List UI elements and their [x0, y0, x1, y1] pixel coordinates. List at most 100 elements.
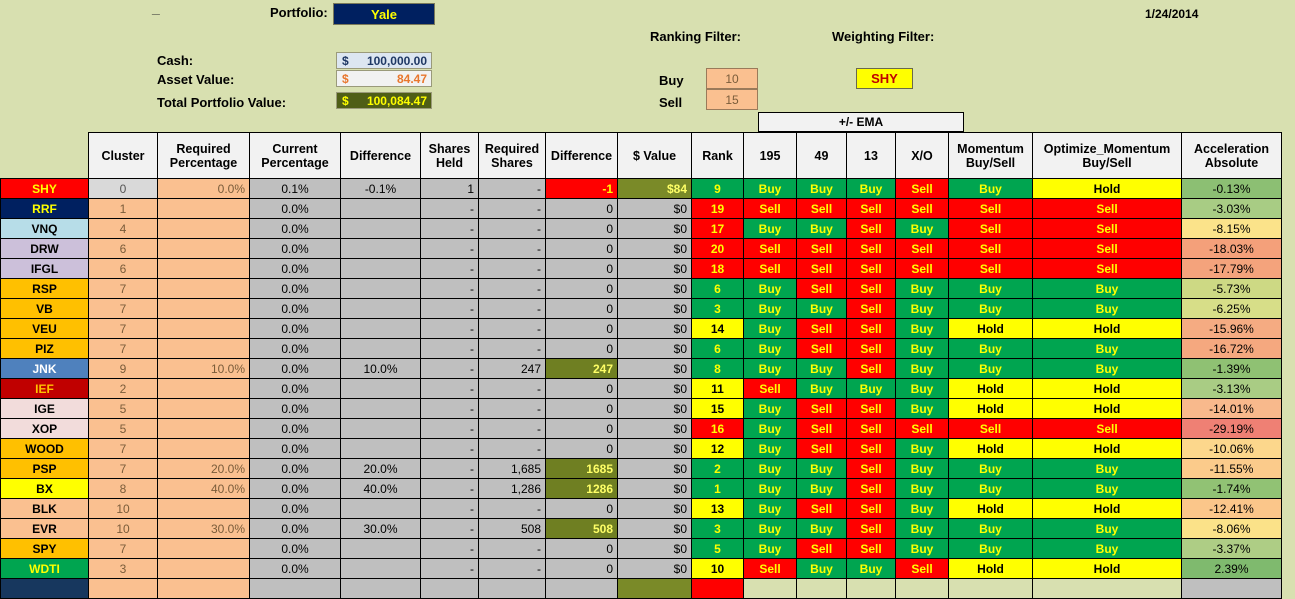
cluster-cell[interactable]: [88, 578, 158, 599]
acceleration-cell[interactable]: -10.06%: [1181, 438, 1282, 459]
required-shares-cell[interactable]: -: [478, 258, 546, 279]
ema-49-cell[interactable]: Sell: [796, 198, 847, 219]
xo-cell[interactable]: Buy: [895, 458, 949, 479]
shares-held-cell[interactable]: 1: [420, 178, 479, 199]
cluster-cell[interactable]: 5: [88, 398, 158, 419]
difference-shares-cell[interactable]: 0: [545, 198, 618, 219]
sell-filter-input[interactable]: 15: [706, 89, 758, 110]
table-row[interactable]: PIZ 7 0.0% - -0 $0 6 Buy Sell Sell Buy Buy Buy -16.72…: [0, 338, 1282, 359]
momentum-cell[interactable]: Hold: [948, 498, 1033, 519]
xo-cell[interactable]: Sell: [895, 238, 949, 259]
col-difference-shares[interactable]: Difference: [545, 132, 618, 179]
current-percentage-cell[interactable]: 0.0%: [249, 358, 341, 379]
difference-percentage-cell[interactable]: [340, 338, 421, 359]
ema-13-cell[interactable]: Buy: [846, 178, 896, 199]
cluster-cell[interactable]: 7: [88, 458, 158, 479]
ema-49-cell[interactable]: Buy: [796, 458, 847, 479]
col-ema-13[interactable]: 13: [846, 132, 896, 179]
shares-held-cell[interactable]: -: [420, 498, 479, 519]
ticker-cell[interactable]: SHY: [0, 178, 89, 199]
dollar-value-cell[interactable]: $0: [617, 498, 692, 519]
ema-13-cell[interactable]: Sell: [846, 458, 896, 479]
ema-13-cell[interactable]: Sell: [846, 218, 896, 239]
ema-49-cell[interactable]: Buy: [796, 558, 847, 579]
cluster-cell[interactable]: 0: [88, 178, 158, 199]
difference-percentage-cell[interactable]: [340, 498, 421, 519]
rank-cell[interactable]: 14: [691, 318, 744, 339]
difference-percentage-cell[interactable]: -0.1%: [340, 178, 421, 199]
required-shares-cell[interactable]: -: [478, 338, 546, 359]
cluster-cell[interactable]: 1: [88, 198, 158, 219]
ema-195-cell[interactable]: Buy: [743, 178, 797, 199]
optimize-momentum-cell[interactable]: Hold: [1032, 498, 1182, 519]
acceleration-cell[interactable]: -3.03%: [1181, 198, 1282, 219]
required-percentage-cell[interactable]: [157, 538, 250, 559]
ticker-cell[interactable]: IEF: [0, 378, 89, 399]
ticker-cell[interactable]: PSP: [0, 458, 89, 479]
dollar-value-cell[interactable]: $0: [617, 338, 692, 359]
current-percentage-cell[interactable]: 0.0%: [249, 538, 341, 559]
ema-13-cell[interactable]: Sell: [846, 338, 896, 359]
difference-percentage-cell[interactable]: 20.0%: [340, 458, 421, 479]
required-shares-cell[interactable]: 1,685: [478, 458, 546, 479]
difference-percentage-cell[interactable]: 30.0%: [340, 518, 421, 539]
difference-shares-cell[interactable]: 0: [545, 278, 618, 299]
xo-cell[interactable]: Buy: [895, 538, 949, 559]
shares-held-cell[interactable]: -: [420, 418, 479, 439]
shares-held-cell[interactable]: -: [420, 358, 479, 379]
ema-13-cell[interactable]: Sell: [846, 498, 896, 519]
rank-cell[interactable]: 18: [691, 258, 744, 279]
optimize-momentum-cell[interactable]: Sell: [1032, 198, 1182, 219]
ema-49-cell[interactable]: [796, 578, 847, 599]
rank-cell[interactable]: 16: [691, 418, 744, 439]
difference-percentage-cell[interactable]: [340, 298, 421, 319]
rank-cell[interactable]: 13: [691, 498, 744, 519]
dollar-value-cell[interactable]: $0: [617, 518, 692, 539]
ema-49-cell[interactable]: Sell: [796, 398, 847, 419]
dollar-value-cell[interactable]: $0: [617, 298, 692, 319]
ema-49-cell[interactable]: Buy: [796, 218, 847, 239]
table-row[interactable]: VB 7 0.0% - -0 $0 3 Buy Buy Sell Buy Buy Buy -6.25%: [0, 298, 1282, 319]
ema-195-cell[interactable]: Buy: [743, 518, 797, 539]
xo-cell[interactable]: Sell: [895, 198, 949, 219]
momentum-cell[interactable]: Buy: [948, 478, 1033, 499]
dollar-value-cell[interactable]: $0: [617, 218, 692, 239]
ema-195-cell[interactable]: Buy: [743, 278, 797, 299]
table-row[interactable]: IEF 2 0.0% - -0 $0 11 Sell Buy Buy Buy Hold Hold -3.1…: [0, 378, 1282, 399]
ticker-cell[interactable]: RRF: [0, 198, 89, 219]
shares-held-cell[interactable]: -: [420, 438, 479, 459]
required-shares-cell[interactable]: -: [478, 538, 546, 559]
acceleration-cell[interactable]: -12.41%: [1181, 498, 1282, 519]
required-percentage-cell[interactable]: [157, 338, 250, 359]
acceleration-cell[interactable]: -3.13%: [1181, 378, 1282, 399]
xo-cell[interactable]: [895, 578, 949, 599]
momentum-cell[interactable]: Hold: [948, 318, 1033, 339]
dollar-value-cell[interactable]: $0: [617, 418, 692, 439]
rank-cell[interactable]: [691, 578, 744, 599]
shares-held-cell[interactable]: -: [420, 398, 479, 419]
optimize-momentum-cell[interactable]: Hold: [1032, 398, 1182, 419]
acceleration-cell[interactable]: -0.13%: [1181, 178, 1282, 199]
momentum-cell[interactable]: Hold: [948, 398, 1033, 419]
difference-percentage-cell[interactable]: [340, 198, 421, 219]
cluster-cell[interactable]: 6: [88, 238, 158, 259]
rank-cell[interactable]: 17: [691, 218, 744, 239]
required-percentage-cell[interactable]: [157, 378, 250, 399]
cluster-cell[interactable]: 7: [88, 318, 158, 339]
optimize-momentum-cell[interactable]: Buy: [1032, 538, 1182, 559]
cluster-cell[interactable]: 7: [88, 278, 158, 299]
ema-49-cell[interactable]: Buy: [796, 518, 847, 539]
required-percentage-cell[interactable]: [157, 318, 250, 339]
optimize-momentum-cell[interactable]: Hold: [1032, 438, 1182, 459]
shares-held-cell[interactable]: -: [420, 478, 479, 499]
cluster-cell[interactable]: 6: [88, 258, 158, 279]
ema-49-cell[interactable]: Sell: [796, 438, 847, 459]
difference-shares-cell[interactable]: 0: [545, 498, 618, 519]
table-row[interactable]: VEU 7 0.0% - -0 $0 14 Buy Sell Sell Buy Hold Hold -15…: [0, 318, 1282, 339]
difference-shares-cell[interactable]: 0: [545, 438, 618, 459]
current-percentage-cell[interactable]: 0.0%: [249, 438, 341, 459]
ticker-cell[interactable]: WDTI: [0, 558, 89, 579]
shares-held-cell[interactable]: [420, 578, 479, 599]
ema-195-cell[interactable]: Sell: [743, 258, 797, 279]
current-percentage-cell[interactable]: 0.0%: [249, 258, 341, 279]
